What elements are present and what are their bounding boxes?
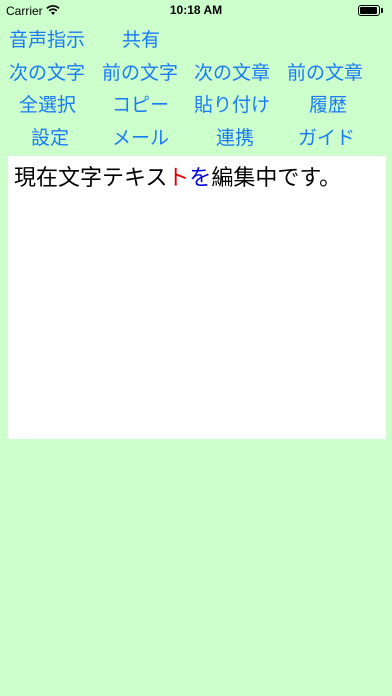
- status-time: 10:18 AM: [169, 3, 223, 17]
- paste-button[interactable]: 貼り付け: [194, 92, 270, 118]
- copy-button[interactable]: コピー: [112, 92, 169, 118]
- battery-icon: [358, 5, 384, 17]
- text-segment: 編集中です。: [211, 166, 342, 191]
- integration-button[interactable]: 連携: [216, 125, 254, 151]
- settings-button[interactable]: 設定: [31, 125, 69, 151]
- prev-sentence-button[interactable]: 前の文章: [287, 60, 363, 86]
- status-bar: Carrier 10:18 AM: [0, 0, 392, 22]
- highlighted-char-red: ト: [167, 166, 190, 191]
- share-button[interactable]: 共有: [122, 27, 160, 53]
- guide-button[interactable]: ガイド: [298, 125, 355, 151]
- select-all-button[interactable]: 全選択: [19, 92, 76, 118]
- next-char-button[interactable]: 次の文字: [9, 60, 85, 86]
- voice-command-button[interactable]: 音声指示: [9, 27, 85, 53]
- text-editor[interactable]: 現在文字テキストを編集中です。: [8, 156, 386, 439]
- mail-button[interactable]: メール: [112, 125, 169, 151]
- prev-char-button[interactable]: 前の文字: [102, 60, 178, 86]
- text-segment: 現在文字テキス: [14, 166, 168, 191]
- history-button[interactable]: 履歴: [309, 92, 347, 118]
- next-sentence-button[interactable]: 次の文章: [194, 60, 270, 86]
- highlighted-char-blue: を: [189, 166, 212, 191]
